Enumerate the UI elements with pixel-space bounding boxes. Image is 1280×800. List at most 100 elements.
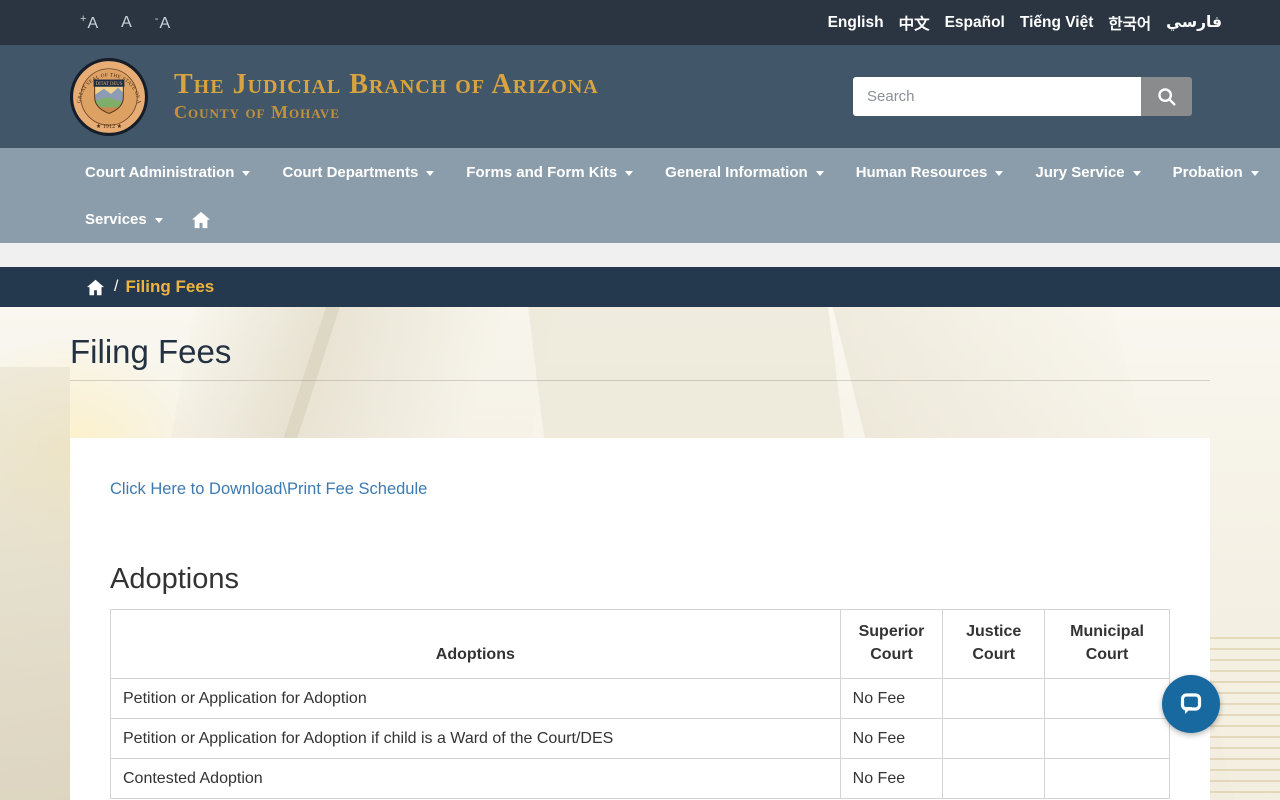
minus-sign: - bbox=[154, 12, 159, 25]
chevron-down-icon bbox=[625, 170, 634, 176]
lang-farsi[interactable]: فارسي bbox=[1166, 13, 1222, 32]
nav-label: Court Administration bbox=[85, 163, 235, 181]
lang-vietnamese[interactable]: Tiếng Việt bbox=[1020, 14, 1094, 32]
nav-forms-and-form-kits[interactable]: Forms and Form Kits bbox=[466, 163, 634, 181]
table-body: Petition or Application for Adoption No … bbox=[110, 678, 1170, 800]
fee-justice-court bbox=[942, 718, 1046, 760]
page-header: Filing Fees bbox=[0, 307, 1280, 381]
content-card: Click Here to Download\Print Fee Schedul… bbox=[70, 437, 1210, 800]
font-reset-label: A bbox=[121, 13, 132, 31]
language-switcher: English 中文 Español Tiếng Việt 한국어 فارسي bbox=[828, 12, 1222, 34]
fee-schedule-download-link[interactable]: Click Here to Download\Print Fee Schedul… bbox=[110, 480, 427, 498]
lang-korean[interactable]: 한국어 bbox=[1108, 12, 1151, 34]
adoptions-fees-table: Adoptions Superior Court Justice Court M… bbox=[110, 608, 1170, 800]
divider-strip bbox=[0, 243, 1280, 267]
fee-municipal-court bbox=[1044, 718, 1170, 760]
breadcrumb-current-page: Filing Fees bbox=[125, 277, 215, 296]
table-header-row: Adoptions Superior Court Justice Court M… bbox=[110, 608, 1170, 680]
table-header: Adoptions Superior Court Justice Court M… bbox=[110, 608, 1170, 680]
nav-label: Human Resources bbox=[855, 163, 988, 181]
chevron-down-icon bbox=[242, 170, 251, 176]
brand-text: The Judicial Branch of Arizona County of… bbox=[174, 68, 599, 123]
main-navigation: Court Administration Court Departments F… bbox=[0, 148, 1280, 243]
breadcrumb-home-link[interactable] bbox=[86, 279, 105, 296]
nav-court-departments[interactable]: Court Departments bbox=[282, 163, 435, 181]
chevron-down-icon bbox=[995, 170, 1004, 176]
fee-justice-court bbox=[942, 758, 1046, 800]
column-header-adoptions: Adoptions bbox=[110, 608, 841, 680]
chevron-down-icon bbox=[154, 218, 163, 223]
page-root: +A A -A English 中文 Español Tiếng Việt 한국… bbox=[0, 0, 1280, 800]
font-decrease-label: A bbox=[159, 14, 171, 32]
seal-year: ★ 1912 ★ bbox=[96, 122, 122, 129]
column-header-superior-court: Superior Court bbox=[839, 608, 944, 680]
column-header-justice-court: Justice Court bbox=[942, 608, 1046, 680]
nav-general-information[interactable]: General Information bbox=[665, 164, 824, 181]
plus-sign: + bbox=[80, 12, 87, 25]
nav-services[interactable]: Services bbox=[85, 211, 163, 228]
nav-label: Court Departments bbox=[282, 163, 419, 181]
arizona-state-seal-logo: GREAT SEAL OF THE STATE OF ARIZONA DITAT… bbox=[70, 58, 148, 136]
font-increase-label: A bbox=[87, 14, 99, 32]
site-header: GREAT SEAL OF THE STATE OF ARIZONA DITAT… bbox=[0, 45, 1280, 148]
fee-description: Petition or Application for Adoption bbox=[110, 678, 841, 720]
nav-row-1: Court Administration Court Departments F… bbox=[85, 148, 1280, 196]
nav-label: Probation bbox=[1172, 163, 1243, 181]
font-decrease-button[interactable]: -A bbox=[154, 12, 171, 32]
background-building-texture bbox=[1208, 637, 1280, 800]
breadcrumb-separator: / bbox=[114, 278, 119, 295]
download-link-row: Click Here to Download\Print Fee Schedul… bbox=[110, 480, 1170, 499]
search-input[interactable] bbox=[853, 77, 1141, 116]
lang-english[interactable]: English bbox=[828, 14, 884, 32]
breadcrumb: / Filing Fees bbox=[0, 267, 1280, 307]
site-title: The Judicial Branch of Arizona bbox=[174, 68, 599, 100]
search-icon bbox=[1157, 87, 1176, 106]
lang-spanish[interactable]: Español bbox=[945, 14, 1005, 32]
main-region: Filing Fees Click Here to Download\Print… bbox=[0, 307, 1280, 800]
nav-row-2: Services bbox=[85, 196, 1280, 243]
nav-jury-service[interactable]: Jury Service bbox=[1035, 163, 1141, 181]
nav-court-administration[interactable]: Court Administration bbox=[85, 163, 251, 181]
utility-bar: +A A -A English 中文 Español Tiếng Việt 한국… bbox=[0, 0, 1280, 45]
fee-description: Petition or Application for Adoption if … bbox=[110, 718, 841, 760]
fee-municipal-court bbox=[1044, 678, 1170, 720]
nav-label: General Information bbox=[665, 163, 808, 181]
table-row: Contested Adoption No Fee bbox=[110, 758, 1170, 800]
column-header-municipal-court: Municipal Court bbox=[1044, 608, 1170, 680]
fee-superior-court: No Fee bbox=[839, 678, 944, 720]
nav-label: Services bbox=[85, 211, 147, 228]
page-title: Filing Fees bbox=[70, 333, 232, 370]
chat-bubble-icon bbox=[1180, 693, 1202, 714]
fee-justice-court bbox=[942, 678, 1046, 720]
title-divider bbox=[70, 379, 1210, 381]
fee-superior-court: No Fee bbox=[839, 758, 944, 800]
home-icon bbox=[191, 211, 210, 228]
fee-description: Contested Adoption bbox=[110, 758, 841, 800]
nav-label: Forms and Form Kits bbox=[466, 163, 618, 181]
lang-chinese[interactable]: 中文 bbox=[899, 12, 930, 34]
fee-superior-court: No Fee bbox=[839, 718, 944, 760]
nav-probation[interactable]: Probation bbox=[1173, 164, 1259, 181]
table-row: Petition or Application for Adoption No … bbox=[110, 678, 1170, 720]
background-building-edge bbox=[0, 367, 70, 800]
nav-human-resources[interactable]: Human Resources bbox=[856, 164, 1004, 181]
site-subtitle: County of Mohave bbox=[174, 102, 340, 123]
chevron-down-icon bbox=[815, 170, 824, 176]
font-size-controls: +A A -A bbox=[80, 12, 171, 32]
chevron-down-icon bbox=[1250, 170, 1259, 176]
nav-home-button[interactable] bbox=[191, 211, 211, 229]
nav-label: Jury Service bbox=[1035, 163, 1125, 181]
section-heading-adoptions: Adoptions bbox=[110, 562, 239, 595]
seal-motto: DITAT DEUS bbox=[96, 82, 123, 87]
chevron-down-icon bbox=[426, 170, 435, 176]
home-icon bbox=[87, 279, 104, 295]
chevron-down-icon bbox=[1132, 170, 1141, 176]
search-button[interactable] bbox=[1141, 77, 1192, 116]
font-reset-button[interactable]: A bbox=[121, 13, 132, 31]
brand: GREAT SEAL OF THE STATE OF ARIZONA DITAT… bbox=[70, 58, 599, 136]
table-row: Petition or Application for Adoption if … bbox=[110, 718, 1170, 760]
live-chat-button[interactable] bbox=[1162, 675, 1220, 733]
font-increase-button[interactable]: +A bbox=[80, 12, 99, 32]
site-search bbox=[853, 77, 1192, 116]
fee-municipal-court bbox=[1044, 758, 1170, 800]
